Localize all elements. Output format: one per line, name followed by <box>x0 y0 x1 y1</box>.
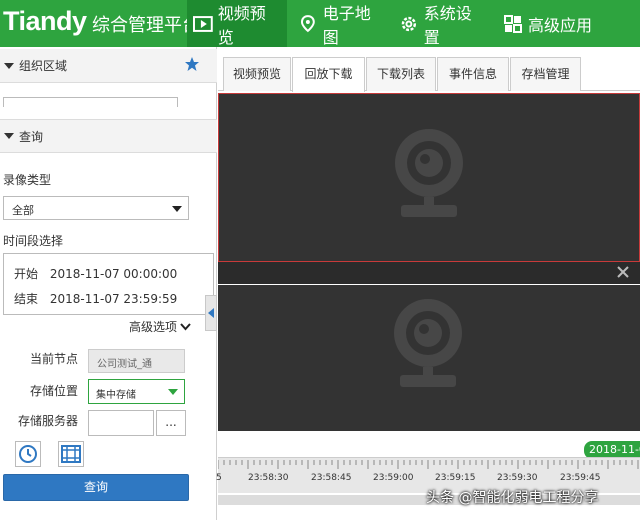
tab-bar: 视频预览 回放下载 下载列表 事件信息 存档管理 <box>218 47 640 92</box>
time-range-label: 时间段选择 <box>3 234 64 248</box>
tick-label: 23:59:45 <box>560 473 601 483</box>
camera-placeholder-icon <box>394 299 462 387</box>
storage-server-browse-button[interactable]: ... <box>156 410 186 436</box>
chevron-down-icon <box>180 322 191 330</box>
timeline-area: 2018-11-07 5 23:58:30 23:58:45 23:59:00 … <box>216 431 640 520</box>
film-button[interactable] <box>58 441 84 467</box>
tick-label-partial: 5 <box>216 473 222 483</box>
storage-location-label: 存储位置 <box>30 384 79 398</box>
grid-apps-icon <box>504 14 522 33</box>
chevron-down-icon <box>168 389 178 395</box>
storage-location-value: 集中存储 <box>96 390 136 401</box>
close-icon[interactable] <box>616 265 630 279</box>
time-range-box: 开始 2018-11-07 00:00:00 结束 2018-11-07 23:… <box>3 253 214 315</box>
tab-download-list[interactable]: 下载列表 <box>366 57 436 91</box>
camera-placeholder-icon <box>395 129 463 217</box>
advanced-options-toggle[interactable]: 高级选项 <box>129 318 191 335</box>
record-type-select[interactable]: 全部 <box>3 196 189 220</box>
current-node-field: 公司测试_通 <box>88 349 185 373</box>
nav-label: 视频预览 <box>217 3 266 47</box>
query-section-header[interactable]: 查询 <box>0 119 217 153</box>
start-label: 开始 <box>14 267 39 281</box>
gear-icon <box>401 16 417 31</box>
nav-e-map[interactable]: 电子地图 <box>292 0 392 47</box>
collapse-panel-handle[interactable] <box>205 295 217 331</box>
star-icon[interactable] <box>184 56 200 72</box>
storage-server-label: 存储服务器 <box>18 414 79 428</box>
end-time-row[interactable]: 结束 2018-11-07 23:59:59 <box>14 290 185 307</box>
map-pin-icon <box>300 14 315 32</box>
watermark-text: 头条 @智能化弱电工程分享 <box>426 490 599 506</box>
query-button[interactable]: 查询 <box>3 474 189 501</box>
video-window-1[interactable] <box>218 93 640 262</box>
query-section-title: 查询 <box>19 129 44 144</box>
clock-button[interactable] <box>15 441 41 467</box>
chevron-down-icon <box>172 206 182 212</box>
nav-video-preview[interactable]: 视频预览 <box>187 0 287 47</box>
org-section-header[interactable]: 组织区域 <box>0 49 217 83</box>
left-panel: 组织区域 查询 录像类型 全部 时间段选择 开始 2018-11-07 00:0… <box>0 47 217 520</box>
app-title: 综合管理平台 <box>92 15 200 36</box>
current-node-label: 当前节点 <box>30 352 79 366</box>
org-tree-box[interactable] <box>3 97 178 107</box>
storage-server-input[interactable] <box>88 410 154 436</box>
clock-icon <box>19 445 37 463</box>
record-type-label: 录像类型 <box>3 173 52 187</box>
record-type-value: 全部 <box>12 204 34 217</box>
nav-label: 电子地图 <box>322 3 371 47</box>
tick-label: 23:58:45 <box>311 473 352 483</box>
tab-playback-download[interactable]: 回放下载 <box>292 57 365 92</box>
logo: Tiandy <box>3 6 87 36</box>
storage-location-select[interactable]: 集中存储 <box>88 379 185 404</box>
tick-label: 23:59:00 <box>373 473 414 483</box>
tab-event-info[interactable]: 事件信息 <box>437 57 509 91</box>
tick-label: 23:58:30 <box>248 473 289 483</box>
start-time-value[interactable]: 2018-11-07 00:00:00 <box>50 267 177 281</box>
ruler-ticks <box>218 460 639 469</box>
video-play-icon <box>193 15 213 32</box>
advanced-options-label: 高级选项 <box>129 320 178 334</box>
nav-advanced-apps[interactable]: 高级应用 <box>497 0 617 47</box>
start-time-row[interactable]: 开始 2018-11-07 00:00:00 <box>14 265 185 282</box>
video-window-2[interactable] <box>218 285 640 431</box>
tick-label: 23:59:30 <box>497 473 538 483</box>
collapse-triangle-icon <box>4 133 14 139</box>
end-time-value[interactable]: 2018-11-07 23:59:59 <box>50 292 177 306</box>
nav-label: 系统设置 <box>423 3 472 47</box>
nav-label: 高级应用 <box>528 15 593 35</box>
end-label: 结束 <box>14 292 39 306</box>
collapse-triangle-icon <box>4 62 14 69</box>
top-bar: Tiandy 综合管理平台 视频预览 电子地图 系统设置 高级应用 <box>0 0 640 47</box>
nav-system-settings[interactable]: 系统设置 <box>393 0 493 47</box>
tab-video-preview[interactable]: 视频预览 <box>223 57 291 91</box>
film-icon <box>61 445 81 463</box>
org-section-title: 组织区域 <box>19 59 68 73</box>
tab-archive-management[interactable]: 存档管理 <box>510 57 581 91</box>
chevron-left-icon <box>208 308 214 318</box>
window-toolbar <box>218 262 640 284</box>
tick-label: 23:59:15 <box>435 473 476 483</box>
